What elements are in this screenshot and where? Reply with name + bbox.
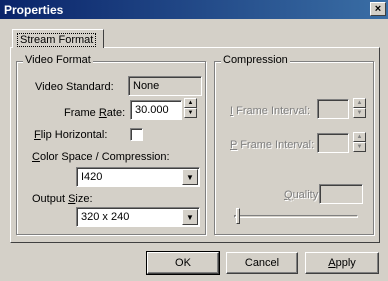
p-frame-interval-spinner[interactable]: ▲ ▼ <box>353 132 366 152</box>
color-space-select[interactable]: I420 ▼ <box>76 167 200 187</box>
spin-down-icon[interactable]: ▼ <box>184 108 197 118</box>
quality-label: Quality: <box>284 189 322 201</box>
quality-value-box <box>319 184 363 204</box>
compression-title: Compression <box>221 54 290 66</box>
i-frame-interval-spinner[interactable]: ▲ ▼ <box>353 98 366 118</box>
spin-down-icon[interactable]: ▼ <box>353 108 366 118</box>
output-size-select[interactable]: 320 x 240 ▼ <box>76 207 200 227</box>
video-standard-label: Video Standard: <box>35 81 114 93</box>
ok-button[interactable]: OK <box>146 251 220 275</box>
spin-down-icon[interactable]: ▼ <box>353 142 366 152</box>
chevron-down-icon[interactable]: ▼ <box>182 169 198 185</box>
chevron-down-icon[interactable]: ▼ <box>182 209 198 225</box>
title-bar: Properties × <box>0 0 388 19</box>
flip-horizontal-label: Flip Horizontal: <box>34 129 108 141</box>
color-space-label: Color Space / Compression: <box>32 151 170 163</box>
cancel-button[interactable]: Cancel <box>226 252 298 274</box>
window-title: Properties <box>4 3 64 17</box>
video-standard-value: None <box>133 80 160 92</box>
spin-up-icon[interactable]: ▲ <box>353 98 366 108</box>
p-frame-interval-input[interactable] <box>317 133 349 153</box>
output-size-label: Output Size: <box>32 193 93 205</box>
apply-button[interactable]: Apply <box>305 252 379 274</box>
frame-rate-value: 30.000 <box>135 104 169 116</box>
p-frame-interval-label: P Frame Interval: <box>230 139 315 151</box>
tab-stream-format-label: Stream Format <box>17 33 97 47</box>
close-icon: × <box>374 3 382 15</box>
flip-horizontal-checkbox[interactable] <box>130 128 143 141</box>
color-space-value: I420 <box>81 171 103 183</box>
i-frame-interval-label: I Frame Interval: <box>230 105 311 117</box>
spin-up-icon[interactable]: ▲ <box>184 98 197 108</box>
close-button[interactable]: × <box>370 2 386 16</box>
video-standard-field: None <box>128 76 202 96</box>
output-size-value: 320 x 240 <box>81 211 130 223</box>
frame-rate-label: Frame Rate: <box>64 107 126 119</box>
quality-slider-thumb[interactable] <box>236 208 240 224</box>
i-frame-interval-input[interactable] <box>317 99 349 119</box>
spin-up-icon[interactable]: ▲ <box>353 132 366 142</box>
video-format-title: Video Format <box>23 54 93 66</box>
frame-rate-input[interactable]: 30.000 <box>130 100 182 120</box>
frame-rate-spinner[interactable]: ▲ ▼ <box>184 98 197 118</box>
tab-stream-format[interactable]: Stream Format <box>12 29 104 48</box>
quality-slider-track[interactable] <box>234 215 358 218</box>
